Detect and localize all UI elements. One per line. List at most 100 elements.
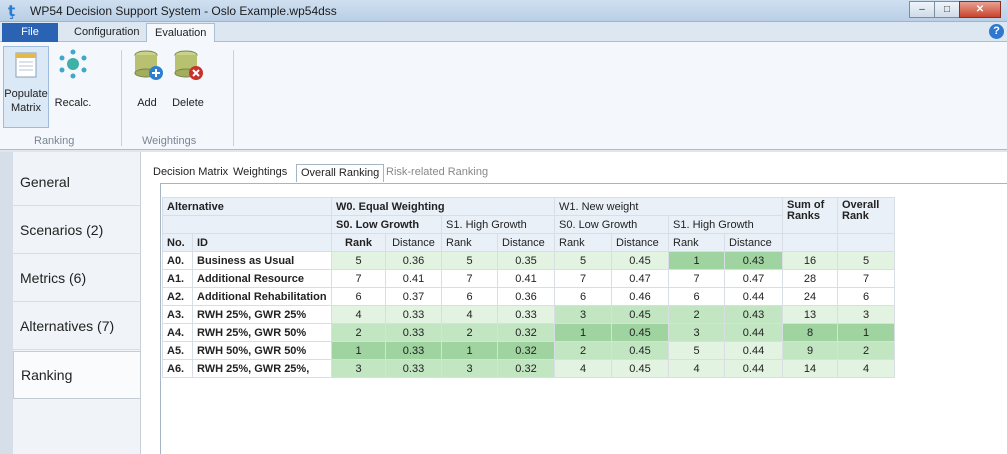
distance-cell: 0.36	[497, 287, 555, 306]
add-weighting-button[interactable]: Add	[132, 46, 163, 128]
rank-cell: 1	[668, 251, 725, 270]
distance-cell: 0.44	[724, 341, 783, 360]
rank-cell: 6	[441, 287, 498, 306]
sum-ranks-cell: 16	[782, 251, 838, 270]
sum-ranks-line-2: Ranks	[787, 210, 821, 222]
maximize-button[interactable]: □	[934, 1, 960, 18]
distance-cell: 0.43	[724, 305, 783, 324]
database-delete-icon	[174, 50, 203, 80]
alt-id-cell: RWH 50%, GWR 50%	[192, 341, 332, 360]
alt-no-cell: A1.	[162, 269, 193, 288]
table-row[interactable]: A5. RWH 50%, GWR 50% 1 0.33 1 0.32 2 0.45 5 0.44 9…	[162, 341, 895, 360]
distance-cell: 0.45	[611, 251, 669, 270]
nav-scenarios[interactable]: Scenarios (2)	[13, 206, 141, 254]
w1-header: W1. New weight	[554, 197, 783, 216]
window-title: WP54 Decision Support System - Oslo Exam…	[30, 4, 337, 18]
rank-cell: 6	[554, 287, 612, 306]
table-row[interactable]: A1. Additional Resource 7 0.41 7 0.41 7 0.47 7 0.…	[162, 269, 895, 288]
no-header: No.	[162, 233, 193, 252]
alternative-header: Alternative	[162, 197, 332, 216]
rank-cell: 4	[441, 305, 498, 324]
w1-s1-header: S1. High Growth	[668, 215, 783, 234]
close-button[interactable]: ✕	[959, 1, 1001, 18]
add-label: Add	[137, 97, 157, 109]
rank-cell: 2	[668, 305, 725, 324]
sum-ranks-cell: 8	[782, 323, 838, 342]
distance-cell: 0.44	[724, 359, 783, 378]
tab-decision-matrix[interactable]: Decision Matrix	[149, 164, 232, 182]
overall-rank-spacer	[837, 233, 895, 252]
table-body: A0. Business as Usual 5 0.36 5 0.35 5 0.45 1 0.43…	[162, 251, 895, 378]
rank-cell: 1	[554, 323, 612, 342]
distance-cell: 0.32	[497, 323, 555, 342]
distance-cell: 0.45	[611, 341, 669, 360]
sum-ranks-cell: 24	[782, 287, 838, 306]
delete-label: Delete	[172, 97, 204, 109]
table-row[interactable]: A4. RWH 25%, GWR 50% 2 0.33 2 0.32 1 0.45 3 0.44 8…	[162, 323, 895, 342]
distance-cell: 0.44	[724, 287, 783, 306]
sum-ranks-cell: 9	[782, 341, 838, 360]
tab-evaluation[interactable]: Evaluation	[146, 23, 216, 42]
table-row[interactable]: A3. RWH 25%, GWR 25% 4 0.33 4 0.33 3 0.45 2 0.43 1…	[162, 305, 895, 324]
nav-general[interactable]: General	[13, 158, 141, 206]
rank-cell: 2	[554, 341, 612, 360]
database-add-icon	[134, 50, 163, 80]
rank-header: Rank	[668, 233, 725, 252]
ranking-table: Alternative W0. Equal Weighting W1. New …	[162, 197, 895, 378]
rank-cell: 7	[331, 269, 386, 288]
id-header: ID	[192, 233, 332, 252]
help-icon[interactable]: ?	[989, 24, 1004, 39]
recalc-label: Recalc.	[54, 97, 92, 109]
tab-configuration[interactable]: Configuration	[66, 23, 147, 42]
sum-ranks-header: Sum of Ranks	[782, 197, 838, 234]
distance-cell: 0.33	[497, 305, 555, 324]
distance-cell: 0.47	[724, 269, 783, 288]
delete-weighting-button[interactable]: Delete	[169, 46, 207, 128]
rank-cell: 5	[554, 251, 612, 270]
tab-overall-ranking[interactable]: Overall Ranking	[296, 164, 385, 182]
rank-cell: 2	[331, 323, 386, 342]
table-row[interactable]: A2. Additional Rehabilitation 6 0.37 6 0.36 6 0…	[162, 287, 895, 306]
rank-cell: 1	[331, 341, 386, 360]
nav-ranking[interactable]: Ranking	[13, 351, 141, 399]
distance-cell: 0.33	[385, 359, 442, 378]
rank-cell: 4	[668, 359, 725, 378]
alt-id-cell: RWH 25%, GWR 25%	[192, 305, 332, 324]
w1-s0-header: S0. Low Growth	[554, 215, 669, 234]
distance-header: Distance	[497, 233, 555, 252]
alt-id-cell: RWH 25%, GWR 25%,	[192, 359, 332, 378]
group-weightings: Weightings	[142, 135, 197, 147]
tab-file[interactable]: File	[2, 23, 58, 42]
table-row[interactable]: A0. Business as Usual 5 0.36 5 0.35 5 0.45 1 0.43…	[162, 251, 895, 270]
sum-ranks-cell: 28	[782, 269, 838, 288]
left-nav: General Scenarios (2) Metrics (6) Altern…	[13, 152, 141, 454]
window-controls: – □ ✕	[909, 1, 1001, 18]
populate-label-1: Populate	[4, 88, 48, 100]
tab-risk-related-ranking[interactable]: Risk-related Ranking	[382, 164, 492, 182]
left-edge	[0, 152, 13, 454]
tab-weightings[interactable]: Weightings	[229, 164, 291, 182]
nav-metrics[interactable]: Metrics (6)	[13, 254, 141, 302]
distance-cell: 0.41	[385, 269, 442, 288]
recalc-button[interactable]: Recalc.	[53, 46, 93, 128]
overall-rank-header: Overall Rank	[837, 197, 895, 234]
rank-cell: 3	[668, 323, 725, 342]
distance-cell: 0.47	[611, 269, 669, 288]
distance-header: Distance	[724, 233, 783, 252]
sum-ranks-cell: 14	[782, 359, 838, 378]
minimize-button[interactable]: –	[909, 1, 935, 18]
alt-no-cell: A5.	[162, 341, 193, 360]
populate-matrix-button[interactable]: Populate Matrix	[3, 46, 49, 128]
overall-rank-line-2: Rank	[842, 210, 869, 222]
distance-cell: 0.35	[497, 251, 555, 270]
distance-cell: 0.32	[497, 359, 555, 378]
distance-cell: 0.33	[385, 341, 442, 360]
distance-cell: 0.32	[497, 341, 555, 360]
nav-alternatives[interactable]: Alternatives (7)	[13, 302, 141, 350]
app-logo-icon: ţ	[8, 2, 16, 20]
distance-cell: 0.33	[385, 323, 442, 342]
sum-ranks-spacer	[782, 233, 838, 252]
distance-cell: 0.36	[385, 251, 442, 270]
table-row[interactable]: A6. RWH 25%, GWR 25%, 3 0.33 3 0.32 4 0.45 4 0.44…	[162, 359, 895, 378]
group-ranking: Ranking	[34, 135, 75, 147]
